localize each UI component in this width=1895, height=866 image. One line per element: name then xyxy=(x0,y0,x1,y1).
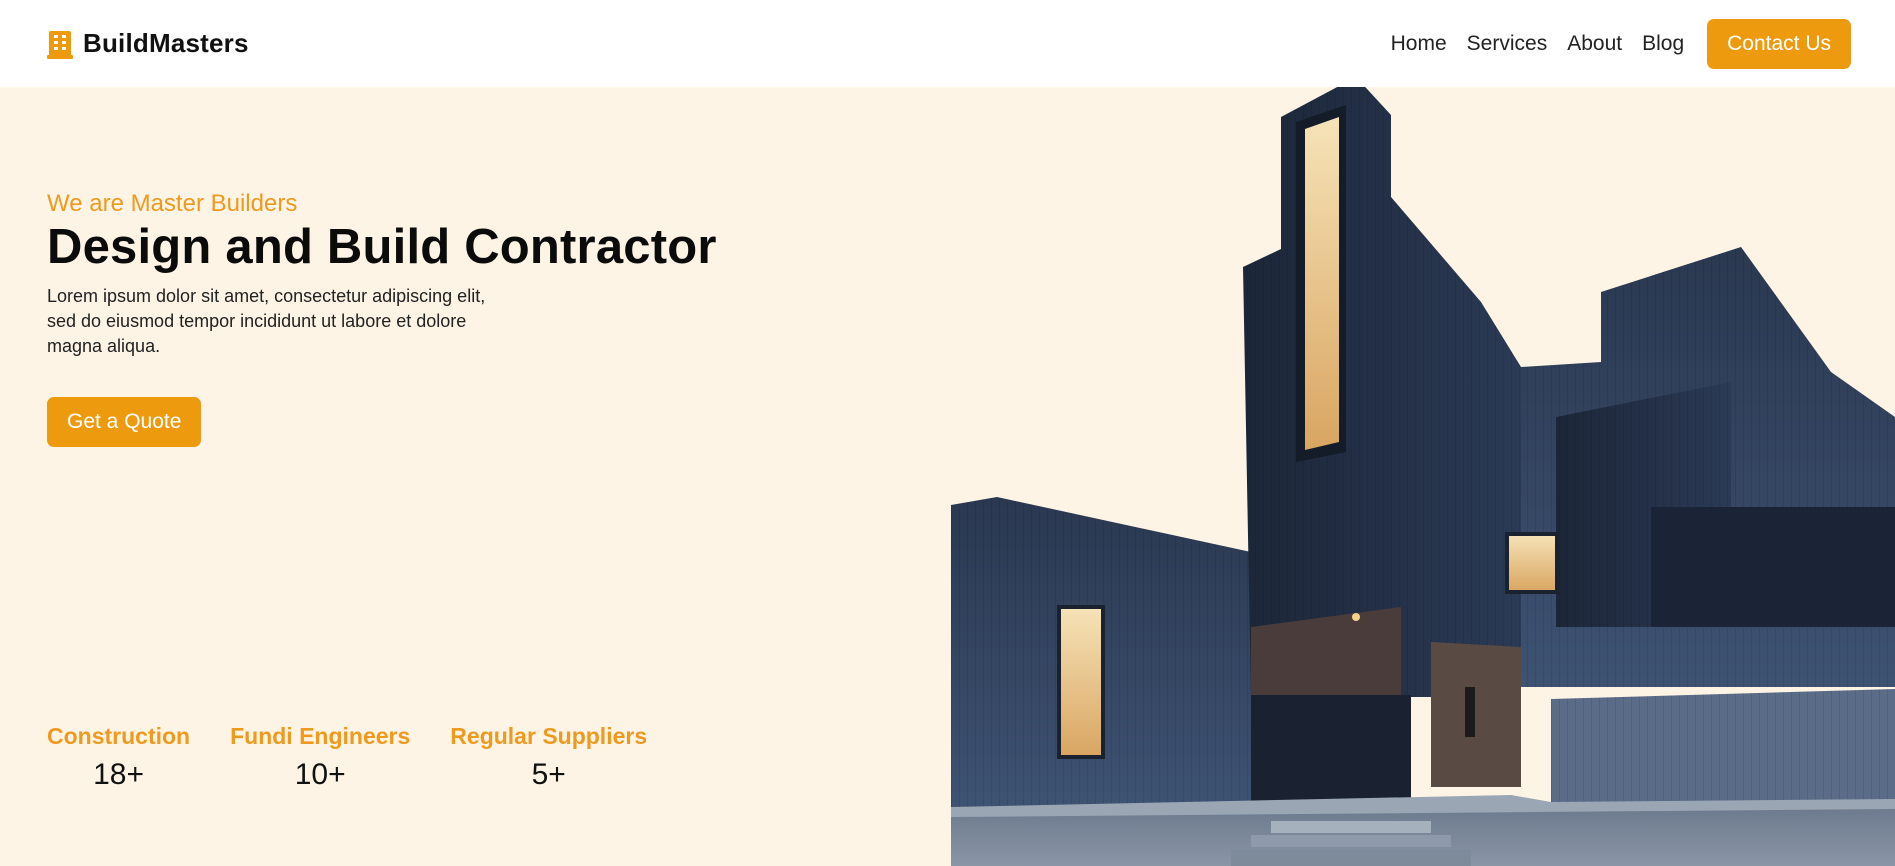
stat-label: Regular Suppliers xyxy=(450,723,648,749)
stat-label: Fundi Engineers xyxy=(230,723,411,749)
stat-value: 10+ xyxy=(294,758,346,791)
stat-suppliers: Regular Suppliers 5+ xyxy=(450,723,647,792)
stat-value: 5+ xyxy=(531,758,566,791)
contact-us-button[interactable]: Contact Us xyxy=(1707,18,1851,69)
nav-services-link[interactable]: Services xyxy=(1467,32,1548,56)
stat-label: Construction xyxy=(47,723,191,749)
building-icon xyxy=(47,29,73,59)
main-nav: Home Services About Blog Contact Us xyxy=(1391,18,1851,69)
nav-blog-link[interactable]: Blog xyxy=(1642,32,1684,56)
hero-eyebrow: We are Master Builders xyxy=(47,190,298,217)
hero-headline: Design and Build Contractor xyxy=(47,220,717,274)
nav-home-link[interactable]: Home xyxy=(1391,32,1447,56)
brand-logo[interactable]: BuildMasters xyxy=(47,28,249,59)
stat-value: 18+ xyxy=(93,758,144,791)
stat-construction: Construction 18+ xyxy=(47,723,190,792)
hero-section: We are Master Builders Design and Build … xyxy=(0,87,1895,866)
site-header: BuildMasters Home Services About Blog Co… xyxy=(0,0,1895,87)
brand-name: BuildMasters xyxy=(83,28,249,58)
hero-description: Lorem ipsum dolor sit amet, consectetur … xyxy=(47,286,486,356)
nav-about-link[interactable]: About xyxy=(1567,32,1622,56)
stats-row: Construction 18+ Fundi Engineers 10+ Reg… xyxy=(47,723,647,792)
stat-engineers: Fundi Engineers 10+ xyxy=(230,723,410,792)
hero-building-image xyxy=(951,87,1895,866)
get-a-quote-button[interactable]: Get a Quote xyxy=(47,397,202,447)
